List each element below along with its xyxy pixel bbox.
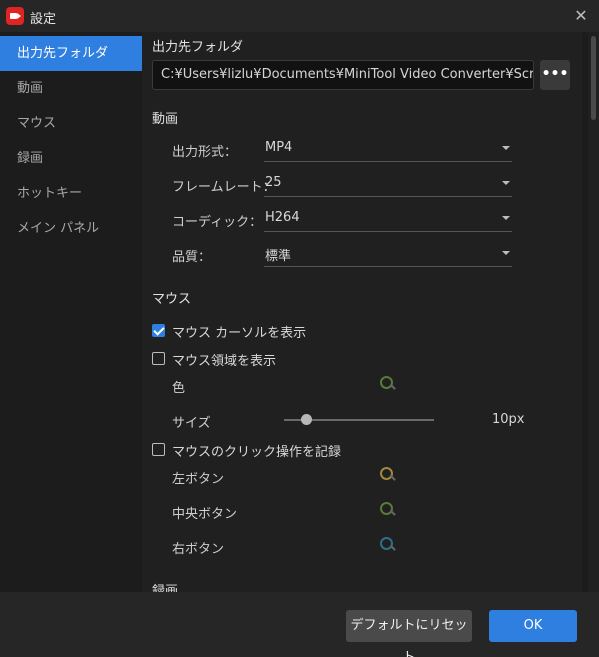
size-label: サイズ [172, 416, 211, 431]
format-value: MP4 [265, 140, 293, 155]
sidebar-item-video[interactable]: 動画 [0, 71, 142, 106]
chevron-down-icon [502, 216, 510, 220]
title-bar: 設定 ✕ [0, 0, 599, 32]
footer: デフォルトにリセット OK [0, 592, 599, 657]
output-folder-heading: 出力先フォルダ [152, 40, 244, 55]
recording-heading: 録画 [152, 584, 179, 592]
quality-select[interactable]: 標準 [264, 241, 512, 267]
quality-value: 標準 [265, 249, 292, 264]
quality-label: 品質： [172, 250, 212, 265]
video-heading: 動画 [152, 112, 179, 127]
record-clicks-label: マウスのクリック操作を記録 [172, 445, 342, 460]
right-button-label: 右ボタン [172, 542, 225, 557]
show-cursor-label: マウス カーソルを表示 [172, 326, 307, 341]
sidebar-item-hotkeys[interactable]: ホットキー [0, 176, 142, 211]
codec-value: H264 [265, 210, 300, 225]
framerate-label: フレームレート： [172, 180, 276, 195]
show-area-checkbox[interactable] [152, 352, 165, 365]
chevron-down-icon [502, 146, 510, 150]
framerate-value: 25 [265, 175, 282, 190]
show-area-label: マウス領域を表示 [172, 354, 277, 369]
left-click-color-icon[interactable] [379, 466, 397, 484]
reset-defaults-button[interactable]: デフォルトにリセット [346, 610, 472, 657]
app-icon [6, 7, 24, 25]
size-value: 10px [492, 412, 525, 427]
chevron-down-icon [502, 181, 510, 185]
sidebar-item-main-panel[interactable]: メイン パネル [0, 211, 142, 246]
sidebar: 出力先フォルダ 動画 マウス 録画 ホットキー メイン パネル [0, 36, 142, 592]
right-click-color-icon[interactable] [379, 536, 397, 554]
sidebar-item-mouse[interactable]: マウス [0, 106, 142, 141]
area-color-icon[interactable] [379, 375, 397, 393]
window-title: 設定 [30, 12, 57, 27]
settings-content: 出力先フォルダ C:¥Users¥lizlu¥Documents¥MiniToo… [142, 32, 582, 592]
record-clicks-checkbox[interactable] [152, 443, 165, 456]
scrollbar[interactable] [588, 32, 599, 592]
codec-select[interactable]: H264 [264, 206, 512, 232]
middle-click-color-icon[interactable] [379, 501, 397, 519]
close-icon[interactable]: ✕ [571, 6, 591, 26]
ok-button[interactable]: OK [489, 610, 577, 642]
format-label: 出力形式： [172, 145, 238, 160]
sidebar-item-output-folder[interactable]: 出力先フォルダ [0, 36, 142, 71]
format-select[interactable]: MP4 [264, 136, 512, 162]
codec-label: コーディック： [172, 215, 263, 230]
size-slider-handle[interactable] [301, 414, 312, 425]
sidebar-item-recording[interactable]: 録画 [0, 141, 142, 176]
show-cursor-checkbox[interactable] [152, 324, 165, 337]
left-button-label: 左ボタン [172, 472, 225, 487]
chevron-down-icon [502, 251, 510, 255]
browse-button[interactable]: ••• [540, 60, 570, 90]
middle-button-label: 中央ボタン [172, 507, 238, 522]
framerate-select[interactable]: 25 [264, 171, 512, 197]
mouse-heading: マウス [152, 292, 192, 307]
color-label: 色 [172, 381, 186, 396]
scroll-thumb[interactable] [591, 36, 596, 120]
output-path-field[interactable]: C:¥Users¥lizlu¥Documents¥MiniTool Video … [152, 60, 534, 90]
